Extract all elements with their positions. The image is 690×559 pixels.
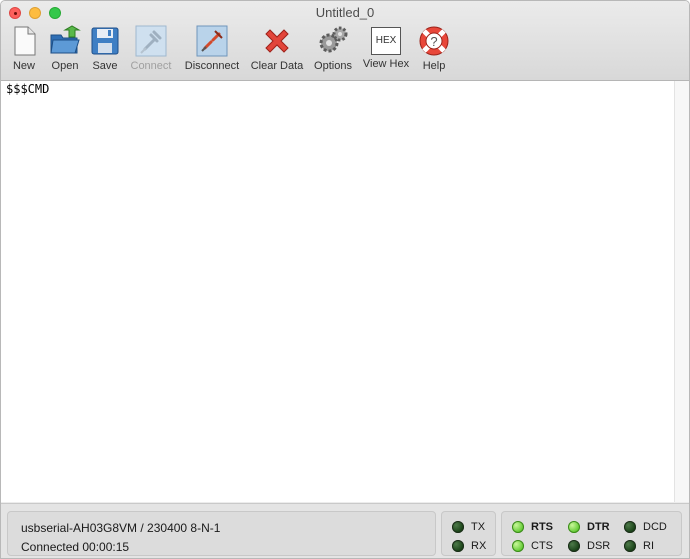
- port-info: usbserial-AH03G8VM / 230400 8-N-1: [21, 521, 221, 535]
- cts-label: CTS: [531, 540, 553, 552]
- rts-led[interactable]: [512, 521, 524, 533]
- terminal-text: $$$CMD: [6, 82, 50, 96]
- new-document-icon: [14, 26, 36, 56]
- view-hex-label: View Hex: [362, 58, 410, 70]
- disconnect-plug-icon: [196, 25, 228, 57]
- hex-icon: HEX: [371, 27, 401, 55]
- connect-label: Connect: [130, 60, 172, 72]
- clear-data-button[interactable]: Clear Data: [249, 25, 305, 72]
- cts-led: [512, 540, 524, 552]
- title-toolbar-area: Untitled_0 New Open Save Connect Disconn…: [1, 1, 689, 81]
- help-button[interactable]: ? Help: [417, 25, 451, 72]
- clear-data-label: Clear Data: [250, 60, 304, 72]
- disconnect-label: Disconnect: [184, 60, 240, 72]
- red-x-icon: [265, 29, 289, 53]
- vertical-scrollbar[interactable]: [674, 81, 689, 502]
- dcd-led: [624, 521, 636, 533]
- save-label: Save: [92, 60, 118, 72]
- dcd-label: DCD: [643, 521, 667, 533]
- rx-label: RX: [471, 540, 487, 552]
- open-folder-icon: [50, 25, 81, 54]
- ri-led: [624, 540, 636, 552]
- tx-led: [452, 521, 464, 533]
- tx-label: TX: [471, 521, 486, 533]
- help-label: Help: [422, 60, 446, 72]
- status-bar: usbserial-AH03G8VM / 230400 8-N-1 Connec…: [1, 503, 689, 558]
- rx-led: [452, 540, 464, 552]
- open-button[interactable]: Open: [46, 25, 84, 72]
- open-label: Open: [51, 60, 79, 72]
- dtr-label[interactable]: DTR: [587, 521, 610, 533]
- connection-info-panel: usbserial-AH03G8VM / 230400 8-N-1 Connec…: [7, 511, 436, 556]
- view-hex-button[interactable]: HEX View Hex: [360, 25, 412, 70]
- terminal-area[interactable]: $$$CMD: [1, 81, 674, 502]
- new-button[interactable]: New: [6, 25, 42, 72]
- lifebuoy-help-icon: ?: [419, 26, 449, 56]
- app-window: Untitled_0 New Open Save Connect Disconn…: [0, 0, 690, 559]
- gears-icon: [319, 26, 348, 53]
- save-disk-icon: [91, 27, 119, 55]
- connect-button[interactable]: Connect: [127, 25, 175, 72]
- connection-status: Connected 00:00:15: [21, 540, 130, 554]
- dsr-label: DSR: [587, 540, 611, 552]
- disconnect-button[interactable]: Disconnect: [181, 25, 243, 72]
- svg-text:?: ?: [430, 34, 437, 49]
- control-signal-panel: RTS CTS DTR DSR DCD RI: [501, 511, 682, 556]
- dsr-led: [568, 540, 580, 552]
- options-label: Options: [314, 60, 352, 72]
- rts-label[interactable]: RTS: [531, 521, 553, 533]
- new-label: New: [12, 60, 35, 72]
- data-signal-panel: TX RX: [441, 511, 496, 556]
- dtr-led[interactable]: [568, 521, 580, 533]
- save-button[interactable]: Save: [88, 25, 122, 72]
- ri-label: RI: [643, 540, 654, 552]
- options-button[interactable]: Options: [311, 25, 355, 72]
- connect-plug-icon: [135, 25, 167, 57]
- window-title: Untitled_0: [315, 5, 375, 20]
- hex-icon-text: HEX: [375, 35, 397, 46]
